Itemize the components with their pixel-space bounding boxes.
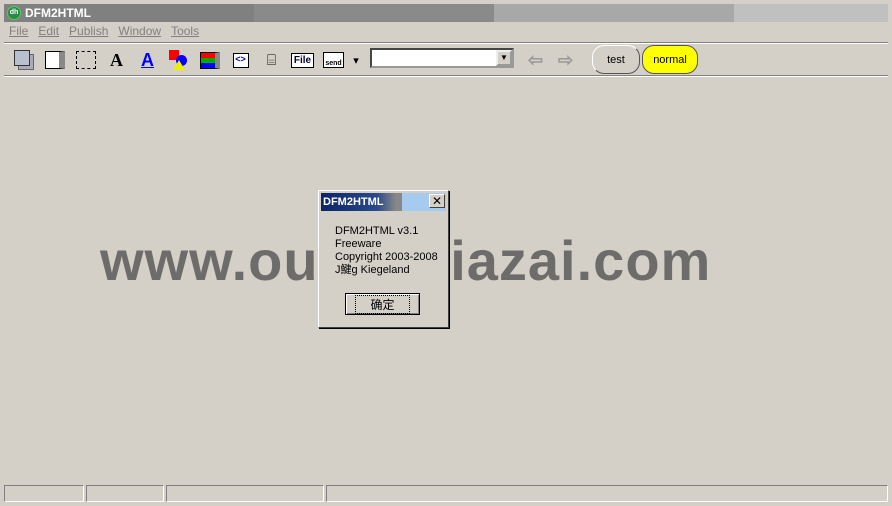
toolbar: A A <> ⌸ File send ▾ [8,46,363,74]
about-dialog: DFM2HTML ✕ DFM2HTML v3.1 Freeware Copyri… [318,190,449,328]
status-panel-3 [166,485,324,502]
pointer-form-icon[interactable]: ⌸ [256,47,287,73]
window-title: DFM2HTML [25,6,91,20]
menu-tools[interactable]: Tools [166,24,204,42]
copyright-text: Copyright 2003-2008 [335,251,438,263]
shapes-icon[interactable] [163,47,194,73]
divider [4,75,888,77]
menu-bar: File Edit Publish Window Tools [4,24,204,42]
status-panel-4 [326,485,888,502]
divider [4,42,888,44]
test-button[interactable]: test [592,45,640,74]
license-text: Freeware [335,238,382,250]
title-bar: dh DFM2HTML [4,4,888,22]
chevron-down-icon[interactable]: ▼ [496,50,512,66]
html-code-icon[interactable]: <> [225,47,256,73]
author-text: J鰎g Kiegeland [335,264,410,276]
status-panel-1 [4,485,84,502]
ok-button[interactable]: 确定 [345,293,420,315]
hyperlink-text-icon[interactable]: A [132,47,163,73]
status-panel-2 [86,485,164,502]
text-icon[interactable]: A [101,47,132,73]
menu-file[interactable]: File [4,24,33,42]
version-text: DFM2HTML v3.1 [335,225,419,237]
menu-window[interactable]: Window [113,24,166,42]
toolbar-combobox[interactable]: ▼ [370,48,514,68]
menu-publish[interactable]: Publish [64,24,113,42]
panel-icon[interactable] [39,47,70,73]
normal-button[interactable]: normal [642,45,698,74]
send-form-icon[interactable]: send [318,47,349,73]
back-arrow-icon[interactable]: ⇦ [528,50,543,71]
file-icon[interactable]: File [287,47,318,73]
dropdown-arrow-icon[interactable]: ▾ [349,47,363,73]
forward-arrow-icon[interactable]: ⇨ [558,50,573,71]
close-icon[interactable]: ✕ [429,194,445,208]
selection-frame-icon[interactable] [70,47,101,73]
colored-list-icon[interactable] [194,47,225,73]
dialog-title: DFM2HTML [321,193,446,211]
bring-to-front-icon[interactable] [8,47,39,73]
menu-edit[interactable]: Edit [33,24,64,42]
app-logo-icon: dh [7,6,21,20]
dialog-text: DFM2HTML v3.1 Freeware Copyright 2003-20… [335,225,438,277]
